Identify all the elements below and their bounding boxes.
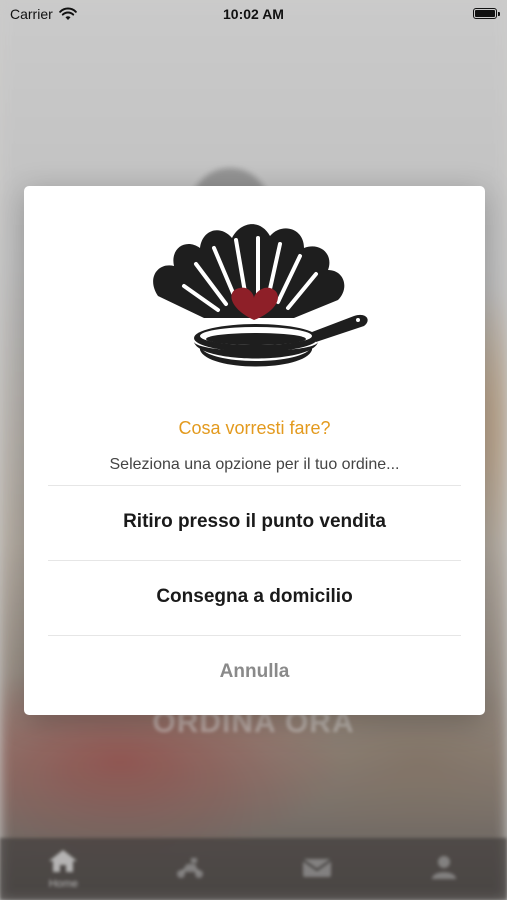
order-type-dialog: Cosa vorresti fare? Seleziona una opzion… — [24, 186, 485, 715]
home-delivery-option-button[interactable]: Consegna a domicilio — [48, 560, 461, 634]
screen: ORDINA ORA Home Carrier 10:02 AM Cosa vo… — [0, 0, 507, 900]
battery-icon — [473, 8, 500, 19]
dialog-subtitle: Seleziona una opzione per il tuo ordine.… — [109, 456, 400, 473]
pickup-option-button[interactable]: Ritiro presso il punto vendita — [48, 485, 461, 559]
status-time: 10:02 AM — [223, 6, 284, 22]
shell-pan-heart-logo — [153, 224, 368, 367]
status-bar: Carrier 10:02 AM — [0, 0, 507, 28]
dialog-title: Cosa vorresti fare? — [178, 418, 331, 438]
cancel-button[interactable]: Annulla — [48, 635, 461, 709]
